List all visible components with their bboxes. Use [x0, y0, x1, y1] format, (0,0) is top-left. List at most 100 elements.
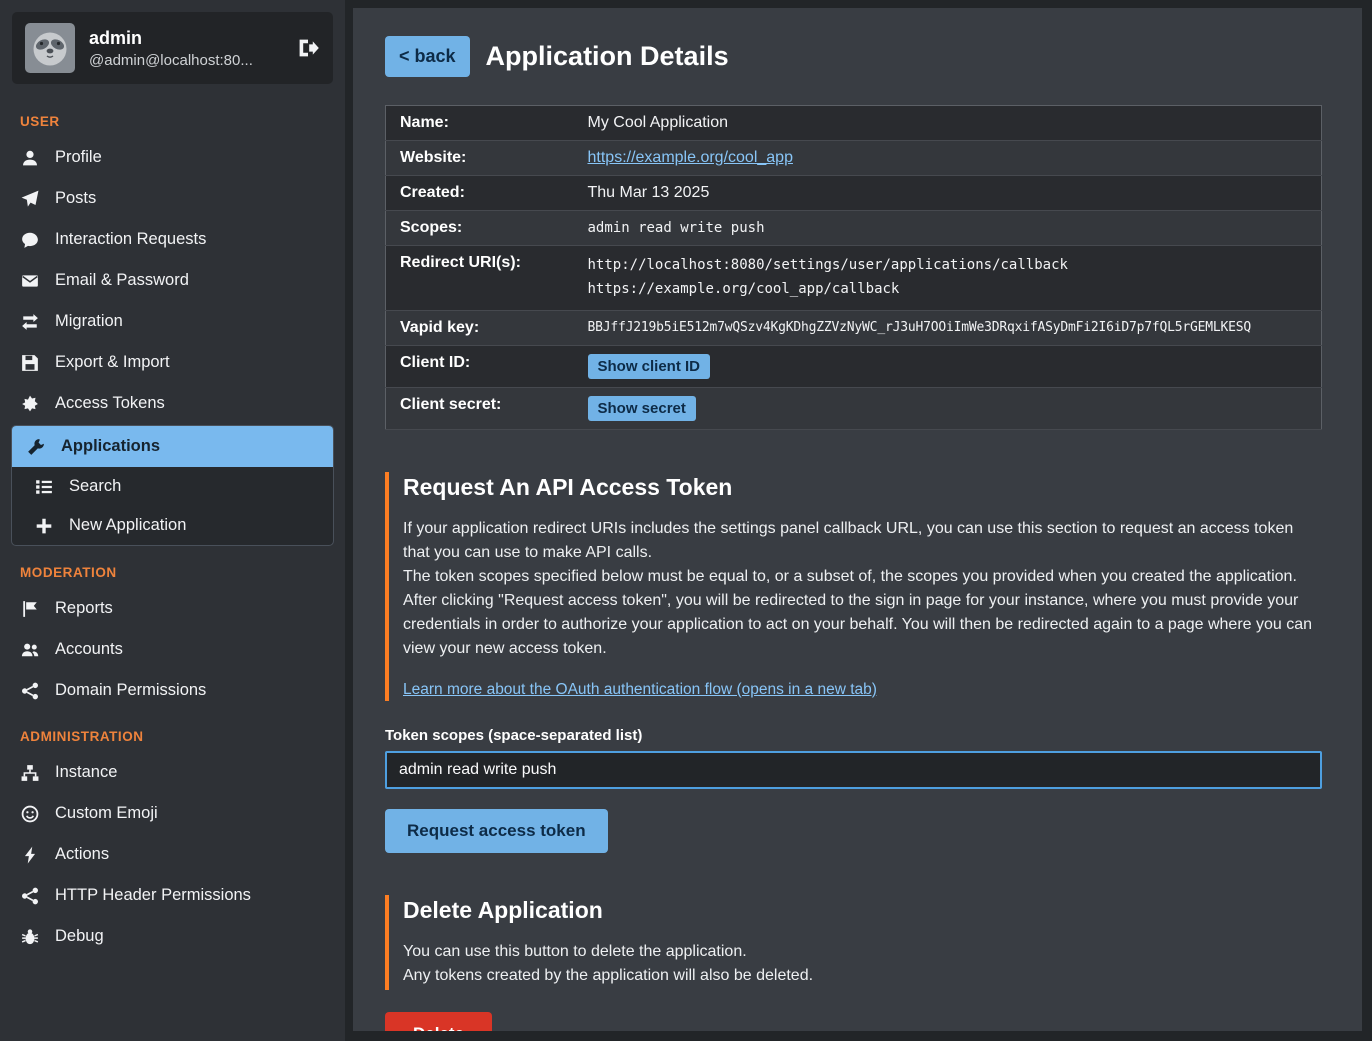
request-token-paragraph: After clicking "Request access token", y… [403, 589, 1322, 661]
applications-group: Applications Search New Application [11, 425, 334, 546]
exchange-arrows-icon [20, 313, 40, 331]
sidebar-item-export-import[interactable]: Export & Import [0, 342, 345, 383]
floppy-disk-icon [20, 354, 40, 372]
certificate-icon [20, 395, 40, 413]
request-token-paragraph: The token scopes specified below must be… [403, 565, 1322, 589]
bolt-icon [20, 846, 40, 864]
sidebar-item-label: Migration [55, 312, 123, 331]
show-secret-button[interactable]: Show secret [588, 396, 696, 421]
logout-icon[interactable] [296, 38, 320, 58]
envelope-icon [20, 272, 40, 290]
sidebar-item-label: Instance [55, 763, 117, 782]
row-value: BBJffJ219b5iE512m7wQSzv4KgKDhgZZVzNyWC_r… [574, 310, 1322, 345]
sloth-avatar-image [25, 23, 75, 73]
sidebar-item-profile[interactable]: Profile [0, 137, 345, 178]
sidebar-item-label: Domain Permissions [55, 681, 206, 700]
row-label: Created: [386, 176, 574, 211]
row-label: Vapid key: [386, 310, 574, 345]
sidebar-item-http-header-permissions[interactable]: HTTP Header Permissions [0, 875, 345, 916]
table-row-vapid-key: Vapid key: BBJffJ219b5iE512m7wQSzv4KgKDh… [386, 310, 1322, 345]
token-scopes-label: Token scopes (space-separated list) [385, 727, 1322, 744]
delete-paragraph: Any tokens created by the application wi… [403, 964, 1322, 988]
delete-paragraph: You can use this button to delete the ap… [403, 940, 1322, 964]
sidebar-item-label: Accounts [55, 640, 123, 659]
application-details-table: Name: My Cool Application Website: https… [385, 105, 1322, 430]
flag-icon [20, 600, 40, 618]
row-label: Client secret: [386, 387, 574, 429]
website-link[interactable]: https://example.org/cool_app [588, 149, 793, 166]
sidebar-item-label: Export & Import [55, 353, 170, 372]
sidebar-item-debug[interactable]: Debug [0, 916, 345, 957]
row-label: Client ID: [386, 345, 574, 387]
sidebar-item-posts[interactable]: Posts [0, 178, 345, 219]
request-token-paragraph: If your application redirect URIs includ… [403, 517, 1322, 565]
share-nodes-icon [20, 682, 40, 700]
table-row-created: Created: Thu Mar 13 2025 [386, 176, 1322, 211]
sidebar-item-reports[interactable]: Reports [0, 588, 345, 629]
user-meta: admin @admin@localhost:80... [89, 28, 253, 69]
sidebar-item-custom-emoji[interactable]: Custom Emoji [0, 793, 345, 834]
row-label: Redirect URI(s): [386, 246, 574, 311]
row-value: Thu Mar 13 2025 [574, 176, 1322, 211]
sidebar-item-accounts[interactable]: Accounts [0, 629, 345, 670]
row-label: Name: [386, 106, 574, 141]
section-label-user: USER [0, 96, 345, 137]
table-row-client-secret: Client secret: Show secret [386, 387, 1322, 429]
section-label-moderation: MODERATION [0, 547, 345, 588]
user-name: admin [89, 28, 253, 49]
users-icon [20, 641, 40, 659]
table-row-client-id: Client ID: Show client ID [386, 345, 1322, 387]
user-handle: @admin@localhost:80... [89, 52, 253, 69]
section-label-administration: ADMINISTRATION [0, 711, 345, 752]
wrench-icon [26, 438, 46, 456]
request-access-token-button[interactable]: Request access token [385, 809, 608, 853]
show-client-id-button[interactable]: Show client ID [588, 354, 711, 379]
share-nodes-icon [20, 887, 40, 905]
comment-icon [20, 231, 40, 249]
table-row-scopes: Scopes: admin read write push [386, 211, 1322, 246]
sidebar-item-label: Debug [55, 927, 104, 946]
sidebar-item-label: Reports [55, 599, 113, 618]
sidebar-item-label: Access Tokens [55, 394, 165, 413]
table-row-name: Name: My Cool Application [386, 106, 1322, 141]
delete-button[interactable]: Delete [385, 1012, 492, 1031]
sidebar-item-domain-permissions[interactable]: Domain Permissions [0, 670, 345, 711]
paper-plane-icon [20, 190, 40, 208]
sidebar: admin @admin@localhost:80... USER Profil… [0, 0, 345, 1041]
avatar [25, 23, 75, 73]
sidebar-item-interaction-requests[interactable]: Interaction Requests [0, 219, 345, 260]
delete-application-heading: Delete Application [403, 897, 1322, 924]
row-value: admin read write push [574, 211, 1322, 246]
sidebar-item-label: HTTP Header Permissions [55, 886, 251, 905]
sidebar-item-applications[interactable]: Applications [12, 426, 333, 467]
sidebar-item-migration[interactable]: Migration [0, 301, 345, 342]
delete-application-section: Delete Application You can use this butt… [385, 895, 1322, 990]
sidebar-item-label: Custom Emoji [55, 804, 158, 823]
sidebar-item-label: Actions [55, 845, 109, 864]
redirect-uri: http://localhost:8080/settings/user/appl… [588, 254, 1308, 278]
back-button[interactable]: < back [385, 36, 470, 77]
list-icon [34, 478, 54, 496]
row-value: My Cool Application [574, 106, 1322, 141]
main-panel: < back Application Details Name: My Cool… [353, 8, 1362, 1031]
sidebar-item-access-tokens[interactable]: Access Tokens [0, 383, 345, 424]
sidebar-item-applications-search[interactable]: Search [12, 467, 333, 506]
sidebar-item-instance[interactable]: Instance [0, 752, 345, 793]
redirect-uri: https://example.org/cool_app/callback [588, 278, 1308, 302]
oauth-docs-link[interactable]: Learn more about the OAuth authenticatio… [403, 681, 877, 699]
sidebar-item-email-password[interactable]: Email & Password [0, 260, 345, 301]
sidebar-item-label: Applications [61, 437, 160, 456]
row-label: Scopes: [386, 211, 574, 246]
plus-icon [34, 517, 54, 535]
token-scopes-input[interactable] [385, 751, 1322, 789]
page-title: Application Details [486, 41, 729, 72]
sidebar-item-actions[interactable]: Actions [0, 834, 345, 875]
sidebar-item-label: Search [69, 477, 121, 496]
sitemap-icon [20, 764, 40, 782]
table-row-redirect-uris: Redirect URI(s): http://localhost:8080/s… [386, 246, 1322, 311]
row-label: Website: [386, 141, 574, 176]
bug-icon [20, 928, 40, 946]
user-card[interactable]: admin @admin@localhost:80... [12, 12, 333, 84]
sidebar-item-new-application[interactable]: New Application [12, 506, 333, 545]
sidebar-item-label: Interaction Requests [55, 230, 206, 249]
